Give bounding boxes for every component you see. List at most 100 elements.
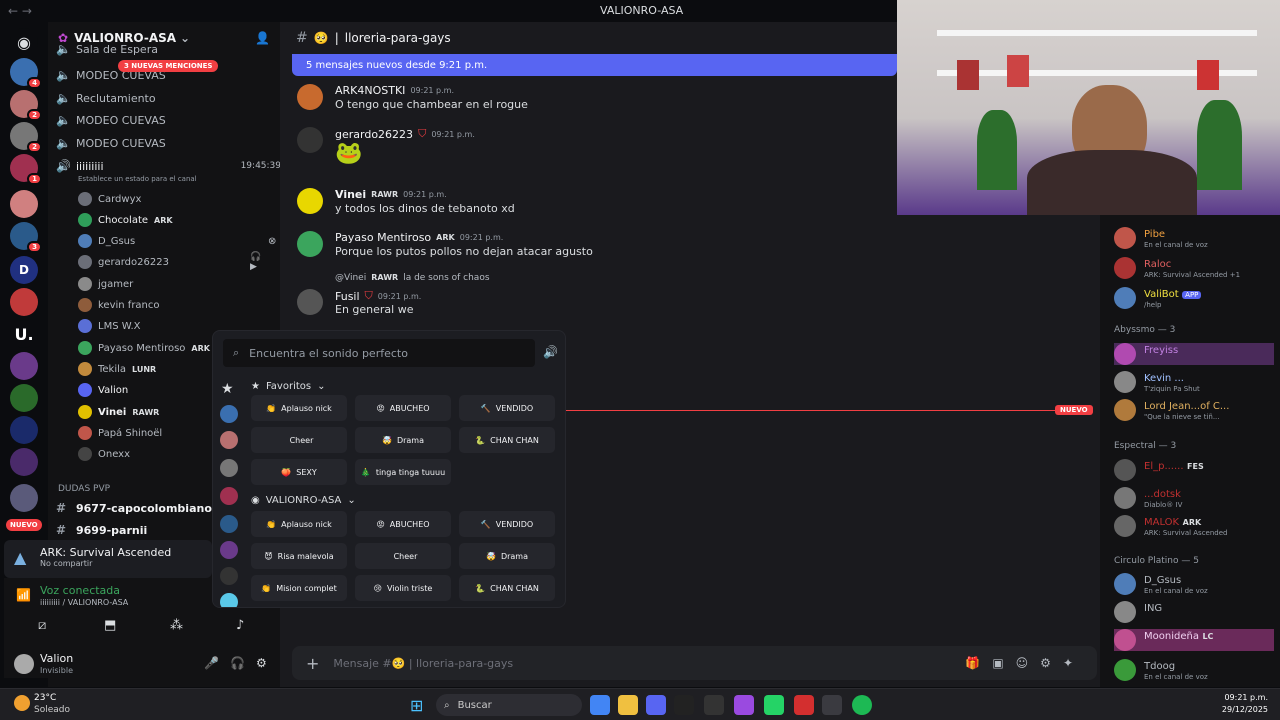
sound-button[interactable]: 😡 ABUCHEO: [355, 395, 451, 421]
sound-button[interactable]: 🔨 VENDIDO: [459, 395, 555, 421]
sound-button[interactable]: 😈 Risa malevola: [251, 543, 347, 569]
star-icon[interactable]: ★: [221, 381, 234, 397]
channel-item[interactable]: 🔈 Reclutamiento: [56, 88, 156, 108]
chrome-icon[interactable]: [590, 695, 610, 715]
voice-user[interactable]: Tekila LUNR: [78, 359, 156, 379]
voice-user[interactable]: jgamer: [78, 274, 133, 294]
sound-button[interactable]: 🐍 CHAN CHAN: [459, 427, 555, 453]
server-icon[interactable]: [10, 190, 38, 218]
member[interactable]: Freyiss: [1114, 343, 1274, 365]
reply-reference[interactable]: @Vinei RAWR la de sons of chaos: [335, 273, 490, 283]
message-author[interactable]: Fusil: [335, 290, 360, 303]
server-sounds-header[interactable]: ◉ VALIONRO-ASA ⌄: [251, 495, 356, 506]
avatar[interactable]: [297, 289, 323, 315]
channel-item[interactable]: 🔈 MODEO CUEVAS: [56, 133, 166, 153]
camera-off-icon[interactable]: ⧄: [38, 618, 46, 633]
message-composer[interactable]: + Mensaje #🥺 | lloreria-para-gays 🎁▣☺⚙✦: [292, 646, 1097, 680]
server-icon[interactable]: [220, 567, 238, 585]
message-author[interactable]: Vinei: [335, 188, 366, 201]
server-icon[interactable]: U.: [10, 320, 38, 348]
voice-user[interactable]: Payaso Mentiroso ARK: [78, 338, 210, 358]
avatar[interactable]: [14, 654, 34, 674]
add-member-icon[interactable]: 👤: [255, 31, 270, 45]
app-icon[interactable]: [734, 695, 754, 715]
voice-user[interactable]: D_Gsus ⊗: [78, 231, 276, 251]
member[interactable]: ING: [1114, 601, 1162, 623]
server-icon[interactable]: [220, 593, 238, 607]
server-icon[interactable]: 2: [10, 122, 42, 153]
server-icon[interactable]: [10, 384, 38, 412]
gear-icon[interactable]: ⚙: [256, 656, 267, 670]
server-icon[interactable]: [10, 484, 38, 512]
voice-channel-active[interactable]: 🔊 iiiiiiiii 19:45:39: [56, 156, 281, 176]
sound-button[interactable]: 🤯 Drama: [459, 543, 555, 569]
member[interactable]: Lord Jean...of C... "Que la nieve se tiñ.…: [1114, 399, 1229, 421]
activity-card[interactable]: ▲ ARK: Survival Ascended No compartir: [4, 540, 212, 578]
server-icon[interactable]: [220, 541, 238, 559]
message-author[interactable]: gerardo26223: [335, 128, 413, 141]
server-icon[interactable]: [10, 352, 38, 380]
server-icon[interactable]: 4: [10, 58, 42, 89]
voice-user[interactable]: Cardwyx: [78, 189, 141, 209]
clock-date[interactable]: 29/12/2025: [1222, 705, 1268, 714]
message-author[interactable]: Payaso Mentiroso: [335, 231, 431, 244]
sound-search-input[interactable]: ⌕ Encuentra el sonido perfecto: [223, 339, 535, 367]
sound-button[interactable]: 🎄 tinga tinga tuuuu: [355, 459, 451, 485]
voice-user[interactable]: kevin franco: [78, 295, 160, 315]
server-icon[interactable]: 2: [10, 90, 42, 121]
voice-user[interactable]: Valion: [78, 380, 128, 400]
screen-share-icon[interactable]: ⬒: [104, 618, 116, 633]
member[interactable]: D_Gsus En el canal de voz: [1114, 573, 1208, 595]
discord-home-icon[interactable]: ◉: [10, 28, 38, 56]
member[interactable]: Kevin ... T'ziquin Pa Shut: [1114, 371, 1200, 393]
weather-icon[interactable]: [14, 695, 30, 711]
channel-item[interactable]: #9699-parnii: [56, 520, 147, 540]
folder-icon[interactable]: [618, 695, 638, 715]
server-icon[interactable]: [10, 448, 38, 476]
avatar[interactable]: [297, 188, 323, 214]
sound-button[interactable]: Cheer: [355, 543, 451, 569]
member[interactable]: Pibe En el canal de voz: [1114, 227, 1208, 249]
category-header[interactable]: DUDAS PVP: [58, 484, 110, 494]
sound-button[interactable]: 😡 ABUCHEO: [355, 511, 451, 537]
sound-button[interactable]: 👏 Aplauso nick: [251, 511, 347, 537]
voice-user[interactable]: Papá Shinoёl: [78, 423, 162, 443]
voice-user[interactable]: LMS W.X: [78, 316, 141, 336]
sound-button[interactable]: 🔨 VENDIDO: [459, 511, 555, 537]
avatar[interactable]: [297, 231, 323, 257]
nav-arrows[interactable]: ← →: [8, 4, 48, 18]
channel-status-hint[interactable]: Establece un estado para el canal: [78, 175, 197, 183]
windows-start-icon[interactable]: ⊞: [410, 696, 423, 715]
spotify-icon[interactable]: [852, 695, 872, 715]
member[interactable]: Moonideña LC: [1114, 629, 1274, 651]
avatar[interactable]: [297, 84, 323, 110]
server-icon[interactable]: [10, 416, 38, 444]
activities-icon[interactable]: ⁂: [170, 618, 183, 633]
whatsapp-icon[interactable]: [764, 695, 784, 715]
favorites-header[interactable]: ★ Favoritos ⌄: [251, 381, 326, 392]
channel-item[interactable]: 🔈 Sala de Espera: [56, 42, 158, 56]
microphone-icon[interactable]: 🎤: [204, 656, 219, 670]
server-icon[interactable]: 3: [10, 222, 42, 253]
voice-user[interactable]: Vinei RAWR: [78, 402, 159, 422]
member[interactable]: ...dotsk Diablo® IV: [1114, 487, 1182, 509]
sound-button[interactable]: 👏 Aplauso nick: [251, 395, 347, 421]
volume-icon[interactable]: 🔊: [543, 345, 558, 359]
member[interactable]: ValiBot APP/help: [1114, 287, 1202, 309]
plus-icon[interactable]: +: [306, 654, 319, 673]
server-icon[interactable]: [220, 459, 238, 477]
voice-path[interactable]: iiiiiiiii / VALIONRO-ASA: [40, 598, 128, 607]
member[interactable]: Tdoog En el canal de voz: [1114, 659, 1208, 681]
member[interactable]: MALOK ARK ARK: Survival Ascended: [1114, 515, 1228, 537]
channel-item[interactable]: 🔈 MODEO CUEVAS: [56, 110, 166, 130]
app-icon[interactable]: [794, 695, 814, 715]
voice-user[interactable]: gerardo26223 🎧 ▶: [78, 252, 261, 272]
sound-button[interactable]: 👏 Mision complet: [251, 575, 347, 601]
new-messages-bar[interactable]: 5 mensajes nuevos desde 9:21 p.m.: [292, 54, 897, 76]
server-icon[interactable]: D: [10, 256, 38, 284]
headphones-icon[interactable]: 🎧: [230, 656, 245, 670]
member[interactable]: Raloc ARK: Survival Ascended +1: [1114, 257, 1240, 279]
avatar[interactable]: [297, 127, 323, 153]
voice-user[interactable]: Chocolate ARK: [78, 210, 173, 230]
mentions-badge[interactable]: 3 NUEVAS MENCIONES: [118, 60, 219, 72]
